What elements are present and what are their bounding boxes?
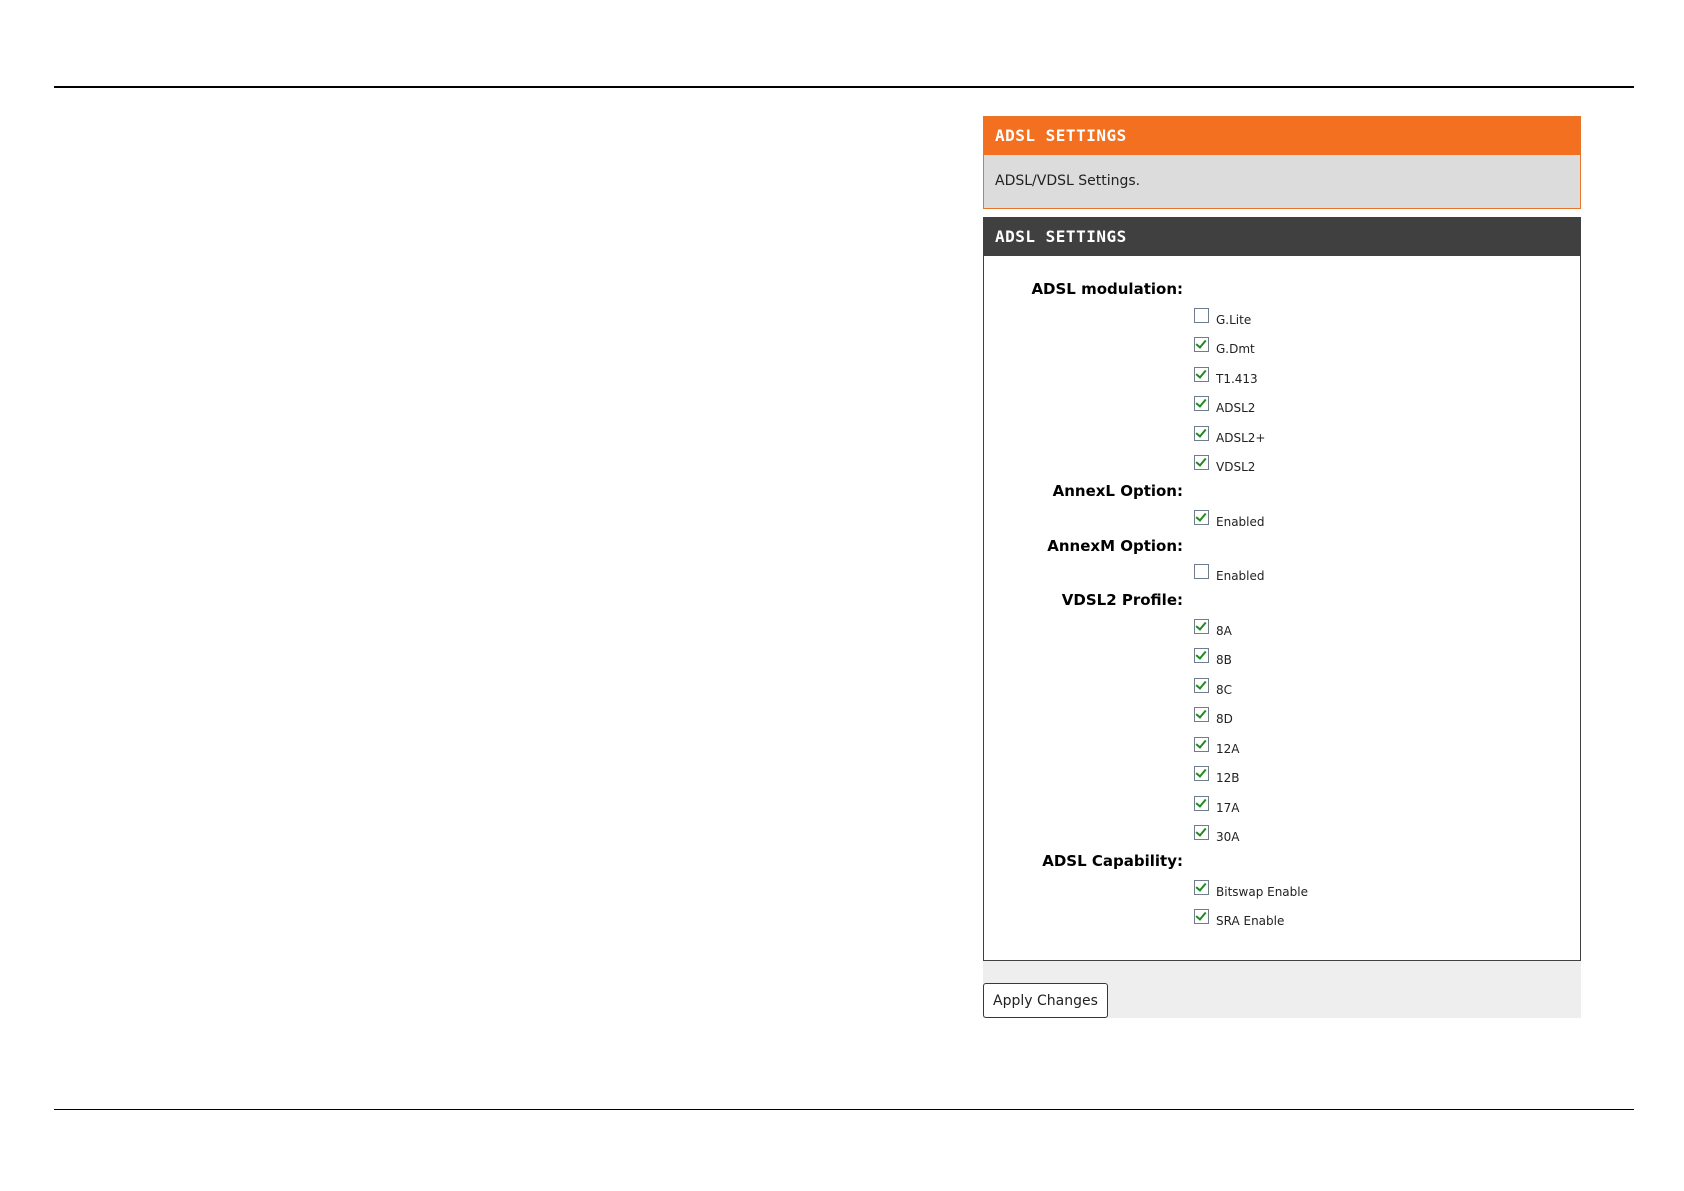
option-row: VDSL2 — [984, 447, 1580, 477]
info-box: ADSL SETTINGS ADSL/VDSL Settings. — [983, 116, 1581, 209]
option-label: 8A — [1216, 623, 1232, 638]
option-checkbox[interactable] — [1194, 425, 1209, 441]
option-checkbox[interactable] — [1194, 825, 1209, 840]
info-description: ADSL/VDSL Settings. — [995, 173, 1141, 189]
option-checkbox[interactable] — [1194, 707, 1209, 722]
option-label: ADSL2+ — [1216, 430, 1266, 445]
option-row: Enabled — [984, 501, 1580, 531]
option-row: G.Dmt — [984, 329, 1580, 359]
option-checkbox[interactable] — [1194, 677, 1209, 693]
option-label: SRA Enable — [1216, 914, 1285, 928]
option-checkbox[interactable] — [1194, 455, 1209, 470]
bottom-divider — [54, 1109, 1634, 1110]
option-row: ADSL2 — [984, 388, 1580, 418]
settings-form: ADSL modulation: G.Lite G.Dmt T1.413 ADSL2 AD… — [984, 256, 1580, 930]
option-label: Enabled — [1216, 569, 1265, 583]
option-label: 8B — [1216, 653, 1232, 667]
group-label: AnnexL Option: — [1052, 482, 1183, 500]
option-label: VDSL2 — [1216, 460, 1256, 474]
group-label: AnnexM Option: — [1047, 536, 1183, 555]
option-row: SRA Enable — [984, 901, 1580, 931]
settings-title: ADSL SETTINGS — [984, 218, 1580, 256]
option-label: ADSL2 — [1216, 401, 1256, 415]
option-row: Enabled — [984, 556, 1580, 586]
option-checkbox[interactable] — [1194, 337, 1209, 352]
group-label: ADSL modulation: — [1031, 280, 1183, 298]
option-checkbox[interactable] — [1194, 307, 1209, 323]
option-checkbox[interactable] — [1194, 509, 1209, 525]
option-label: 8C — [1216, 682, 1233, 697]
option-row: 8A — [984, 610, 1580, 640]
option-row: T1.413 — [984, 358, 1580, 388]
option-label: 12B — [1216, 771, 1240, 785]
option-row: 8D — [984, 699, 1580, 729]
option-checkbox[interactable] — [1194, 396, 1209, 411]
option-label: 8D — [1216, 712, 1233, 726]
settings-box: ADSL SETTINGS ADSL modulation: G.Lite G.Dm… — [983, 217, 1581, 961]
option-label: 30A — [1216, 830, 1240, 844]
option-row: Bitswap Enable — [984, 871, 1580, 901]
option-row: 8B — [984, 640, 1580, 670]
option-checkbox[interactable] — [1194, 564, 1209, 579]
option-row: ADSL2+ — [984, 417, 1580, 447]
option-label: 12A — [1216, 741, 1240, 756]
option-row: 8C — [984, 669, 1580, 699]
top-divider — [54, 86, 1634, 88]
option-checkbox[interactable] — [1194, 736, 1209, 752]
apply-changes-button[interactable]: Apply Changes — [983, 983, 1108, 1018]
option-row: 12A — [984, 728, 1580, 758]
info-title: ADSL SETTINGS — [984, 117, 1580, 155]
option-checkbox[interactable] — [1194, 795, 1209, 811]
option-checkbox[interactable] — [1194, 648, 1209, 663]
group-label: VDSL2 Profile: — [1061, 591, 1183, 609]
group-label: ADSL Capability: — [1042, 852, 1183, 870]
option-label: G.Dmt — [1216, 342, 1255, 356]
footer-bar: Apply Changes — [983, 961, 1581, 1018]
option-checkbox[interactable] — [1194, 766, 1209, 781]
option-label: G.Lite — [1216, 312, 1252, 327]
option-row: 12B — [984, 758, 1580, 788]
option-checkbox[interactable] — [1194, 366, 1209, 382]
option-row: G.Lite — [984, 299, 1580, 329]
option-label: Enabled — [1216, 514, 1265, 529]
option-label: 17A — [1216, 800, 1240, 815]
option-checkbox[interactable] — [1194, 879, 1209, 895]
option-label: T1.413 — [1216, 371, 1258, 386]
option-checkbox[interactable] — [1194, 618, 1209, 634]
option-row: 30A — [984, 817, 1580, 847]
option-label: Bitswap Enable — [1216, 884, 1308, 899]
option-checkbox[interactable] — [1194, 909, 1209, 924]
option-row: 17A — [984, 787, 1580, 817]
